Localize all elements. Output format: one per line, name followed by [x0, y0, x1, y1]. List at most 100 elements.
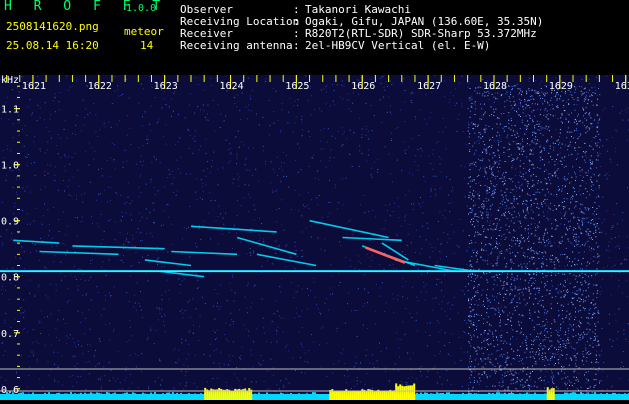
noise-band-dot — [534, 133, 535, 134]
noise-band-dot — [528, 100, 529, 101]
noise-band-dot — [533, 154, 534, 155]
noise-band-dot — [544, 95, 545, 96]
noise-band-dot — [594, 211, 595, 212]
noise-dot — [588, 299, 589, 300]
noise-band-dot — [566, 311, 567, 312]
noise-band-dot — [509, 213, 510, 214]
noise-dot — [584, 246, 585, 247]
noise-band-dot — [519, 293, 520, 294]
noise-band-dot — [596, 359, 597, 360]
noise-band-dot — [556, 106, 557, 107]
noise-band-dot — [587, 341, 588, 342]
noise-dot — [591, 168, 592, 169]
noise-band-dot — [564, 224, 565, 225]
noise-dot — [342, 127, 343, 128]
noise-dot — [486, 250, 487, 251]
noise-dot — [402, 296, 403, 297]
noise-band-dot — [586, 231, 587, 232]
noise-dot — [479, 349, 480, 350]
noise-band-dot — [479, 299, 480, 300]
noise-dot — [165, 316, 166, 317]
noise-dot — [478, 382, 479, 383]
noise-band-dot — [595, 274, 596, 275]
noise-band-dot — [587, 322, 588, 323]
noise-band-dot — [567, 388, 568, 389]
noise-band-dot — [469, 261, 470, 262]
noise-dot — [101, 315, 102, 316]
noise-dot — [436, 195, 437, 196]
noise-dot — [437, 279, 438, 280]
noise-dot — [8, 119, 9, 120]
noise-band-dot — [524, 256, 525, 257]
noise-dot — [151, 179, 152, 180]
noise-dot — [3, 150, 4, 151]
noise-dot — [165, 331, 166, 332]
noise-dot — [52, 246, 53, 247]
noise-band-dot — [501, 386, 502, 387]
noise-dot — [345, 323, 346, 324]
noise-dot — [557, 118, 558, 119]
noise-dot — [620, 264, 621, 265]
noise-band-dot — [476, 150, 477, 151]
noise-band-dot — [499, 274, 500, 275]
noise-dot — [99, 338, 100, 339]
noise-dot — [416, 268, 417, 269]
noise-dot — [143, 88, 144, 89]
noise-band-dot — [514, 223, 515, 224]
noise-dot — [54, 379, 55, 380]
noise-band-dot — [472, 274, 473, 275]
noise-band-dot — [559, 205, 560, 206]
noise-band-dot — [511, 154, 512, 155]
noise-dot — [361, 77, 362, 78]
noise-dot — [328, 310, 329, 311]
noise-band-dot — [520, 128, 521, 129]
noise-band-dot — [537, 183, 538, 184]
noise-dot — [166, 104, 167, 105]
noise-band-dot — [580, 204, 581, 205]
noise-dot — [571, 326, 572, 327]
noise-dot — [330, 202, 331, 203]
noise-band-dot — [565, 383, 566, 384]
noise-band-dot — [589, 246, 590, 247]
noise-dot — [237, 94, 238, 95]
noise-band-dot — [594, 174, 595, 175]
noise-dot — [123, 255, 124, 256]
noise-band-dot — [482, 159, 483, 160]
noise-band-dot — [544, 330, 545, 331]
noise-band-dot — [473, 124, 474, 125]
noise-band-dot — [517, 290, 518, 291]
noise-dot — [340, 352, 341, 353]
noise-band-dot — [590, 117, 591, 118]
noise-band-dot — [480, 134, 481, 135]
noise-band-dot — [577, 223, 578, 224]
noise-band-dot — [522, 189, 523, 190]
noise-dot — [160, 313, 161, 314]
noise-band-dot — [548, 140, 549, 141]
noise-band-dot — [588, 287, 589, 288]
noise-band-dot — [564, 156, 565, 157]
noise-dot — [140, 306, 141, 307]
noise-dot — [197, 199, 198, 200]
noise-band-dot — [531, 344, 532, 345]
noise-band-dot — [530, 278, 531, 279]
noise-dot — [451, 334, 452, 335]
noise-dot — [220, 213, 221, 214]
noise-dot — [519, 287, 520, 288]
noise-dot — [101, 267, 102, 268]
noise-dot — [217, 306, 218, 307]
noise-band-dot — [517, 275, 518, 276]
noise-dot — [525, 239, 526, 240]
noise-band-dot — [595, 136, 596, 137]
noise-dot — [73, 338, 74, 339]
noise-band-dot — [542, 357, 543, 358]
noise-band-dot — [472, 195, 473, 196]
noise-dot — [216, 221, 217, 222]
noise-dot — [37, 361, 38, 362]
noise-dot — [601, 350, 602, 351]
noise-band-dot — [530, 356, 531, 357]
noise-dot — [612, 386, 613, 387]
noise-dot — [488, 255, 489, 256]
noise-dot — [542, 361, 543, 362]
noise-dot — [114, 287, 115, 288]
noise-dot — [141, 232, 142, 233]
